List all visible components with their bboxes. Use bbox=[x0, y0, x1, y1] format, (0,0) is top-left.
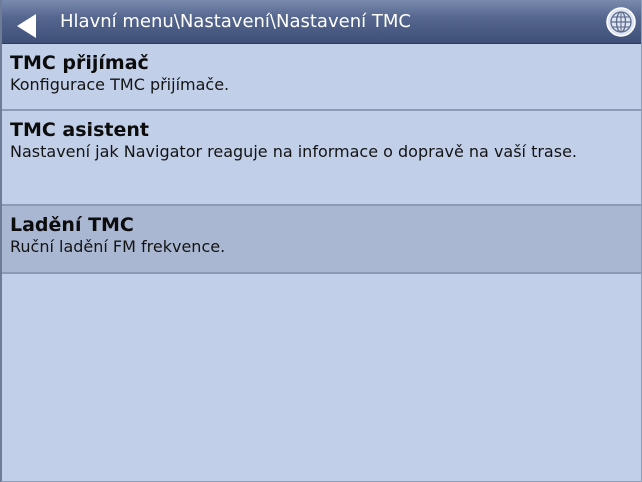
menu-item-description: Ruční ladění FM frekvence. bbox=[10, 237, 226, 256]
menu-item-description: Konfigurace TMC přijímače. bbox=[10, 75, 230, 94]
menu-item-description: Nastavení jak Navigator reaguje na infor… bbox=[10, 142, 577, 161]
menu-item-title: TMC přijímač bbox=[10, 52, 149, 74]
globe-button[interactable] bbox=[605, 6, 637, 38]
menu-item-tmc-receiver[interactable]: TMC přijímač Konfigurace TMC přijímače. bbox=[2, 44, 641, 111]
menu-item-title: Ladění TMC bbox=[10, 214, 134, 236]
menu-item-tmc-tuning[interactable]: Ladění TMC Ruční ladění FM frekvence. bbox=[2, 206, 641, 274]
globe-icon bbox=[606, 7, 636, 37]
back-button[interactable] bbox=[6, 4, 50, 40]
menu-item-title: TMC asistent bbox=[10, 119, 149, 141]
title-bar: Hlavní menu\Nastavení\Nastavení TMC bbox=[2, 0, 641, 44]
menu-item-tmc-assistant[interactable]: TMC asistent Nastavení jak Navigator rea… bbox=[2, 111, 641, 206]
breadcrumb-path: Hlavní menu\Nastavení\Nastavení TMC bbox=[60, 11, 411, 32]
tmc-settings-screen: Hlavní menu\Nastavení\Nastavení TMC TMC … bbox=[0, 0, 642, 482]
back-arrow-icon bbox=[17, 14, 36, 38]
settings-menu: TMC přijímač Konfigurace TMC přijímače. … bbox=[2, 44, 641, 274]
